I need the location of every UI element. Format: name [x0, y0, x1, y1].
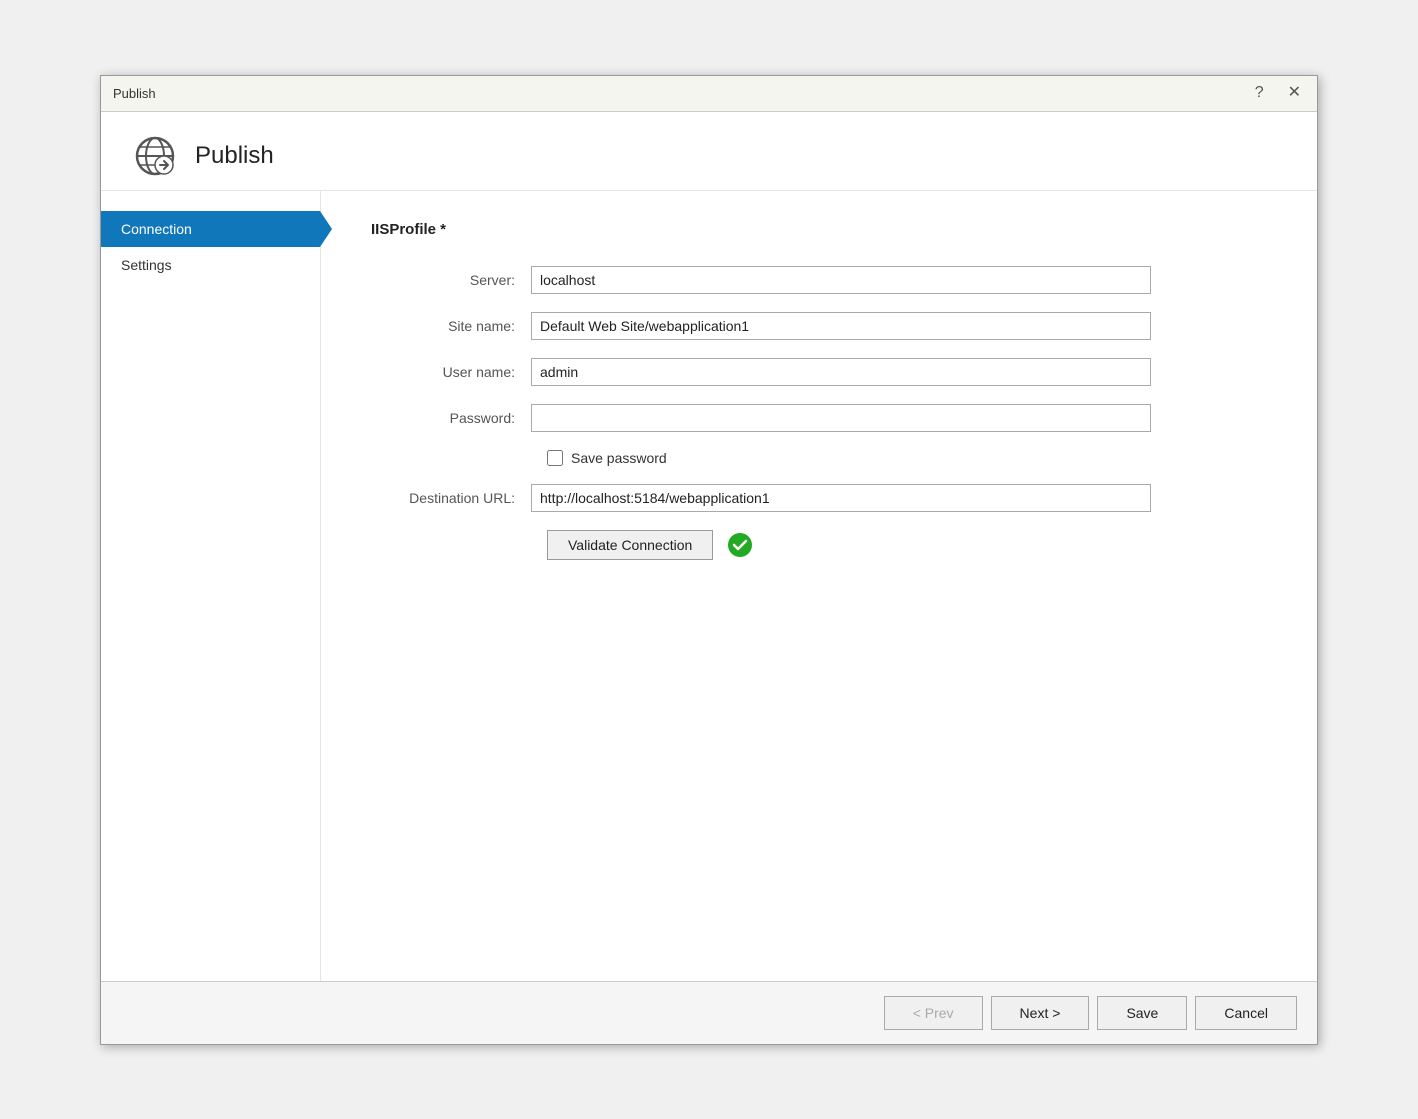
globe-icon — [131, 132, 179, 180]
site-name-label: Site name: — [371, 318, 531, 334]
title-bar: Publish ? ✕ — [101, 76, 1317, 112]
user-name-input[interactable] — [531, 358, 1151, 386]
site-name-group: Site name: — [371, 312, 1267, 340]
main-content: IISProfile * Server: Site name: User nam… — [321, 191, 1317, 981]
save-password-checkbox[interactable] — [547, 450, 563, 466]
save-button[interactable]: Save — [1097, 996, 1187, 1030]
user-name-label: User name: — [371, 364, 531, 380]
header-area: Publish — [101, 112, 1317, 191]
publish-window: Publish ? ✕ Publish — [100, 75, 1318, 1045]
sidebar-item-connection[interactable]: Connection — [101, 211, 320, 247]
window-title: Publish — [113, 86, 156, 101]
validate-row: Validate Connection — [547, 530, 1267, 560]
server-group: Server: — [371, 266, 1267, 294]
content-area: Connection Settings IISProfile * Server:… — [101, 191, 1317, 981]
sidebar-connection-label: Connection — [121, 221, 192, 237]
help-button[interactable]: ? — [1251, 85, 1268, 101]
password-label: Password: — [371, 410, 531, 426]
title-bar-left: Publish — [113, 86, 156, 101]
cancel-button[interactable]: Cancel — [1195, 996, 1297, 1030]
user-name-group: User name: — [371, 358, 1267, 386]
destination-url-group: Destination URL: — [371, 484, 1267, 512]
close-button[interactable]: ✕ — [1284, 85, 1305, 101]
sidebar-item-settings[interactable]: Settings — [101, 247, 320, 283]
title-bar-right: ? ✕ — [1251, 85, 1305, 101]
sidebar-settings-label: Settings — [121, 257, 172, 273]
page-title: Publish — [195, 142, 274, 170]
validate-connection-button[interactable]: Validate Connection — [547, 530, 713, 560]
password-input[interactable] — [531, 404, 1151, 432]
server-label: Server: — [371, 272, 531, 288]
save-password-row: Save password — [547, 450, 1267, 466]
server-input[interactable] — [531, 266, 1151, 294]
password-group: Password: — [371, 404, 1267, 432]
next-button[interactable]: Next > — [991, 996, 1090, 1030]
connection-valid-icon — [727, 532, 753, 558]
window-body: Publish Connection Settings IISProfile *… — [101, 112, 1317, 1044]
footer: < Prev Next > Save Cancel — [101, 981, 1317, 1044]
section-title: IISProfile * — [371, 221, 1267, 238]
save-password-label[interactable]: Save password — [571, 450, 667, 466]
destination-url-input[interactable] — [531, 484, 1151, 512]
site-name-input[interactable] — [531, 312, 1151, 340]
sidebar: Connection Settings — [101, 191, 321, 981]
prev-button[interactable]: < Prev — [884, 996, 983, 1030]
destination-url-label: Destination URL: — [371, 490, 531, 506]
